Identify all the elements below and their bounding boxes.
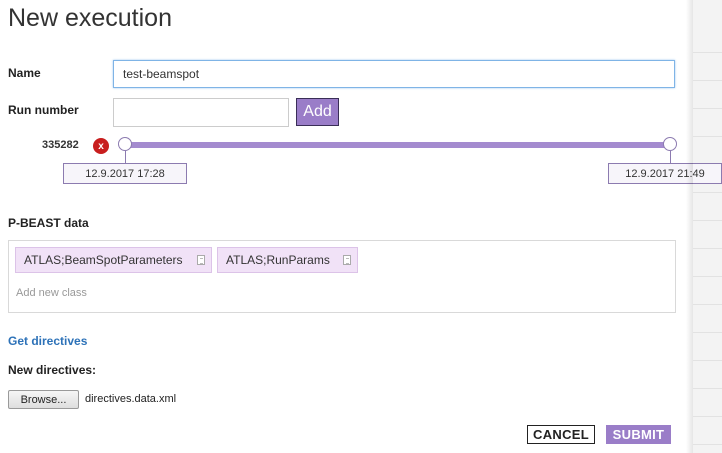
range-start-time: 12.9.2017 17:28	[63, 163, 187, 184]
pbeast-class-tag-label: ATLAS;RunParams	[226, 253, 330, 267]
background-divider	[693, 332, 722, 333]
new-directives-label: New directives:	[8, 363, 97, 377]
pbeast-class-tag: ATLAS;BeamSpotParameters	[15, 247, 212, 273]
background-page	[693, 0, 722, 453]
run-number-input[interactable]	[113, 98, 289, 127]
background-divider	[693, 360, 722, 361]
range-end-handle[interactable]	[663, 137, 677, 151]
dialog-title: New execution	[8, 4, 172, 32]
pbeast-class-tag: ATLAS;RunParams	[217, 247, 358, 273]
background-divider	[693, 416, 722, 417]
new-execution-dialog: New execution Name Run number Add 335282…	[0, 0, 722, 453]
range-start-tick	[125, 151, 126, 163]
remove-class-icon[interactable]	[197, 255, 205, 265]
background-divider	[693, 80, 722, 81]
remove-run-button[interactable]: x	[93, 138, 109, 154]
run-number-value: 335282	[42, 139, 79, 151]
get-directives-link[interactable]: Get directives	[8, 334, 87, 348]
pbeast-data-label: P-BEAST data	[8, 216, 89, 230]
name-label: Name	[8, 66, 41, 80]
background-divider	[693, 248, 722, 249]
dialog-shadow	[686, 0, 693, 453]
background-divider	[693, 192, 722, 193]
range-end-time: 12.9.2017 21:49	[608, 163, 722, 184]
time-range-slider-track[interactable]	[125, 142, 670, 148]
remove-class-icon[interactable]	[343, 255, 351, 265]
pbeast-class-tag-label: ATLAS;BeamSpotParameters	[24, 253, 183, 267]
background-divider	[693, 276, 722, 277]
run-number-label: Run number	[8, 103, 79, 117]
selected-file-name: directives.data.xml	[85, 393, 177, 405]
background-divider	[693, 444, 722, 445]
background-divider	[693, 52, 722, 53]
add-class-input[interactable]: Add new class	[16, 287, 87, 299]
name-input[interactable]	[113, 60, 675, 88]
background-divider	[693, 136, 722, 137]
add-run-button[interactable]: Add	[296, 98, 339, 126]
submit-button[interactable]: SUBMIT	[606, 425, 671, 444]
range-start-handle[interactable]	[118, 137, 132, 151]
background-divider	[693, 304, 722, 305]
background-divider	[693, 388, 722, 389]
background-divider	[693, 220, 722, 221]
background-divider	[693, 108, 722, 109]
range-end-tick	[670, 151, 671, 163]
cancel-button[interactable]: CANCEL	[527, 425, 595, 444]
browse-button[interactable]: Browse...	[8, 390, 79, 409]
